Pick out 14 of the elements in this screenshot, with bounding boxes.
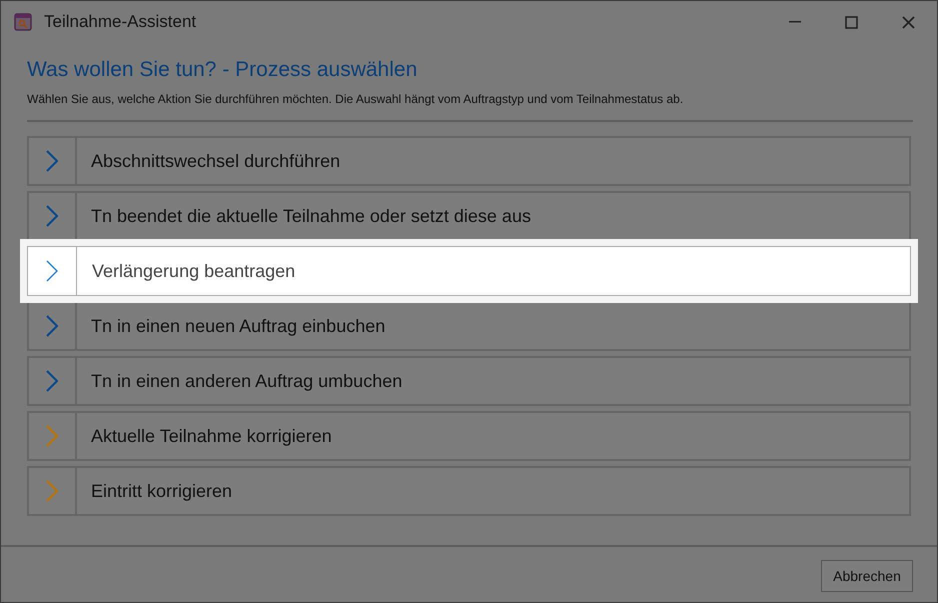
maximize-icon (844, 16, 858, 28)
page-heading: Was wollen Sie tun? - Prozess auswählen (27, 57, 418, 83)
close-icon (902, 16, 914, 28)
app-icon (14, 13, 32, 31)
process-option[interactable]: Tn in einen anderen Auftrag umbuchen (27, 356, 911, 406)
process-option[interactable]: Tn in einen neuen Auftrag einbuchen (27, 301, 911, 351)
page-description: Wählen Sie aus, welche Aktion Sie durchführen möchten. Die Auswahl hängt vom Auftragstyp und vom Teilnahmestatus ab. (27, 91, 684, 108)
cancel-button[interactable]: Abbrechen (821, 560, 913, 592)
window-title: Teilnahme-Assistent (44, 11, 196, 34)
process-option[interactable]: Tn beendet die aktuelle Teilnahme oder setzt diese aus (27, 191, 911, 241)
process-option[interactable]: Aktuelle Teilnahme korrigieren (27, 411, 911, 461)
process-option[interactable]: Abschnittswechsel durchführen (27, 136, 911, 186)
minimize-icon (789, 21, 801, 23)
process-option[interactable]: Eintritt korrigieren (27, 466, 911, 516)
